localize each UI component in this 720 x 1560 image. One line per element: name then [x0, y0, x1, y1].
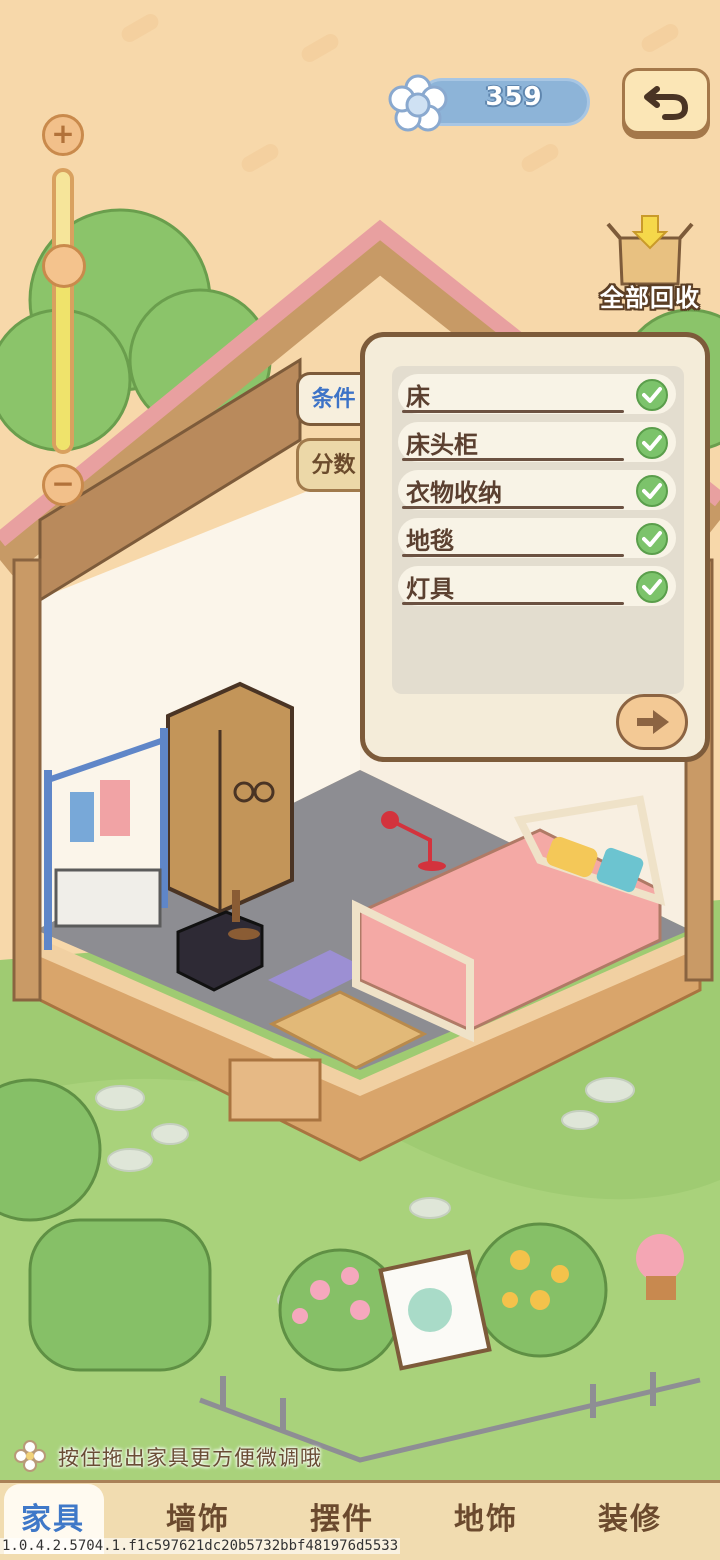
tab-conditions[interactable]: 条件: [296, 372, 368, 426]
requirement-label: 灯具: [406, 575, 454, 603]
nav-tab-furniture[interactable]: 家具: [0, 1494, 123, 1544]
zoom-slider-fill: [56, 270, 70, 450]
next-button[interactable]: [616, 694, 688, 750]
flower-icon: [388, 74, 448, 132]
currency-display: 359: [388, 74, 594, 132]
check-icon: [636, 427, 668, 459]
requirement-item: 床: [398, 374, 676, 414]
arrow-right-icon: [637, 710, 669, 734]
nav-tab-ornaments[interactable]: 摆件: [272, 1494, 412, 1544]
zoom-slider-knob[interactable]: [42, 244, 86, 288]
requirement-label: 衣物收纳: [406, 479, 502, 507]
currency-value: 359: [485, 82, 543, 112]
undo-arrow-icon: [644, 86, 689, 120]
recycle-all-button[interactable]: 全部回收: [590, 212, 710, 322]
requirement-item: 地毯: [398, 518, 676, 558]
recycle-all-label: 全部回收: [600, 284, 700, 312]
requirement-item: 灯具: [398, 566, 676, 606]
flower-sparkle-icon: [14, 1440, 46, 1472]
requirement-label: 地毯: [406, 527, 454, 555]
nav-tab-renovation[interactable]: 装修: [560, 1494, 700, 1544]
requirement-item: 床头柜: [398, 422, 676, 462]
version-string: 1.0.4.2.5704.1.f1c597621dc20b5732bbf4819…: [0, 1538, 401, 1554]
check-icon: [636, 475, 668, 507]
requirement-label: 床头柜: [406, 431, 478, 459]
tab-score[interactable]: 分数: [296, 438, 368, 492]
cardboard-box-icon: [606, 215, 694, 286]
check-icon: [636, 523, 668, 555]
requirement-label: 床: [406, 383, 430, 411]
zoom-in-button[interactable]: +: [42, 114, 84, 156]
nav-tab-wall-decor[interactable]: 墙饰: [128, 1494, 268, 1544]
undo-button[interactable]: [622, 68, 710, 134]
nav-tab-floor-decor[interactable]: 地饰: [416, 1494, 556, 1544]
check-icon: [636, 379, 668, 411]
hint-text: 按住拖出家具更方便微调哦: [58, 1446, 322, 1470]
check-icon: [636, 571, 668, 603]
requirement-item: 衣物收纳: [398, 470, 676, 510]
zoom-out-button[interactable]: −: [42, 464, 84, 506]
